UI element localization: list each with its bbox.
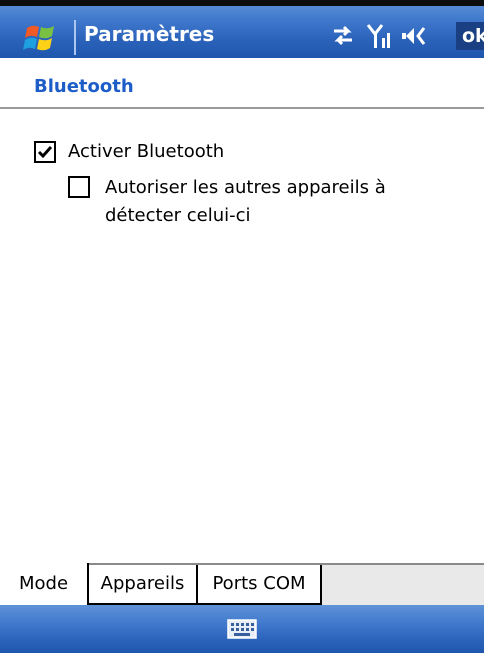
title-separator	[74, 20, 76, 55]
autoriser-detection-label-line1[interactable]: Autoriser les autres appareils à	[105, 175, 386, 201]
window-title: Paramètres	[84, 22, 215, 46]
autoriser-detection-label-line2[interactable]: détecter celui-ci	[105, 203, 251, 229]
title-bar-top-edge	[0, 0, 484, 6]
tab-ports-com[interactable]: Ports COM	[198, 565, 322, 605]
activer-bluetooth-checkbox[interactable]	[34, 141, 56, 163]
volume-icon[interactable]	[400, 22, 436, 50]
windows-start-icon[interactable]	[21, 22, 61, 55]
header-divider	[0, 107, 484, 109]
tab-mode[interactable]: Mode	[0, 563, 89, 605]
tab-appareils[interactable]: Appareils	[89, 565, 198, 605]
autoriser-detection-checkbox[interactable]	[68, 176, 90, 198]
ok-button[interactable]: ok	[456, 22, 484, 50]
check-icon	[37, 146, 53, 159]
signal-icon[interactable]	[366, 22, 394, 50]
activer-bluetooth-label[interactable]: Activer Bluetooth	[68, 139, 224, 165]
connectivity-icon[interactable]	[330, 22, 356, 48]
page-title: Bluetooth	[34, 76, 134, 97]
keyboard-icon[interactable]	[227, 618, 257, 640]
